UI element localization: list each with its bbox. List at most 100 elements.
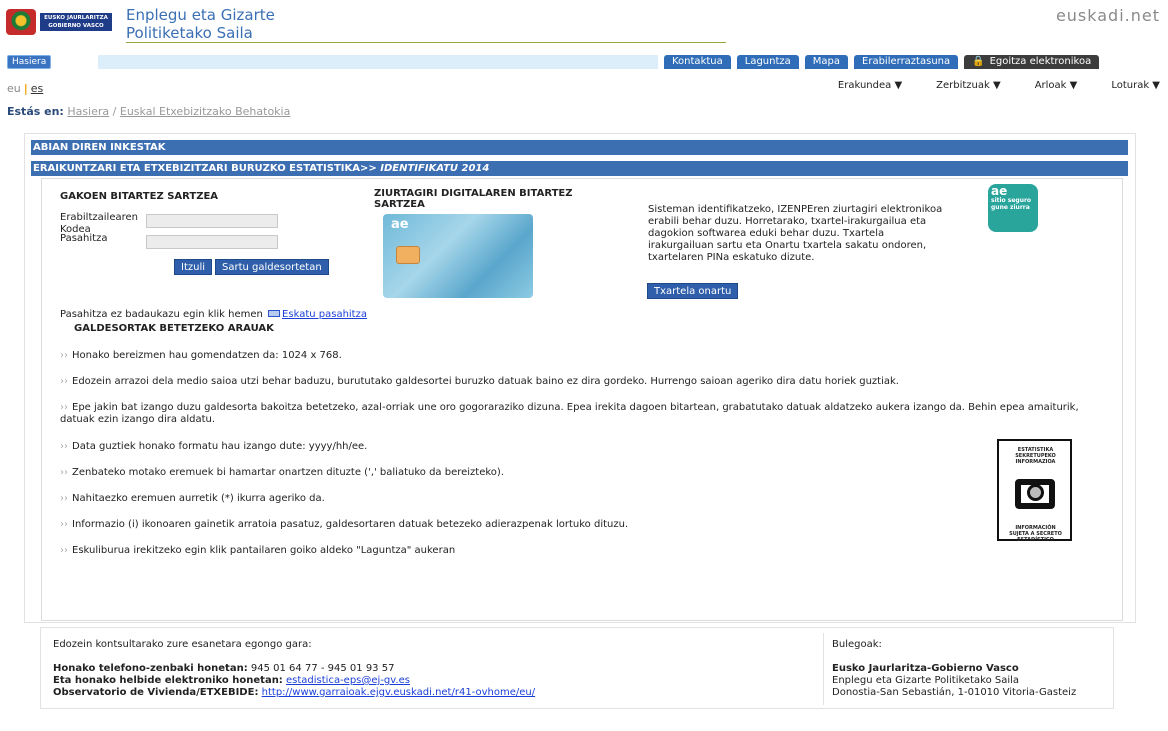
password-request-line: Pasahitza ez badaukazu egin klik hemen E… <box>60 309 367 320</box>
menu-loturak[interactable]: Loturak ▼ <box>1111 80 1160 91</box>
statistical-secret-stamp: ESTATISTIKA SEKRETUPEKO INFORMAZIOA INFO… <box>997 439 1072 543</box>
office-dept: Enplegu eta Gizarte Politiketako Saila <box>832 675 1020 686</box>
footer-office: Bulegoak: Eusko Jaurlaritza-Gobierno Vas… <box>832 639 1112 699</box>
coat-of-arms-icon <box>6 9 36 35</box>
accept-card-button[interactable]: Txartela onartu <box>647 283 739 299</box>
footer-email: Eta honako helbide elektroniko honetan: … <box>53 675 593 687</box>
list-item: ›› Zenbateko motako eremuek bi hamartar o… <box>60 467 1100 479</box>
key-icon <box>268 310 281 317</box>
stamp-top-text: ESTATISTIKA SEKRETUPEKO INFORMAZIOA <box>1015 447 1056 465</box>
footer-obs-label: Observatorio de Vivienda/ETXEBIDE: <box>53 687 259 698</box>
user-code-input[interactable] <box>146 214 278 228</box>
password-request-text: Pasahitza ez badaukazu egin klik hemen <box>60 309 263 320</box>
euskadi-net-logo-text: euskadi.net <box>1055 6 1160 25</box>
lang-es-link[interactable]: es <box>31 82 44 95</box>
tab-egoitza-elektronikoa[interactable]: 🔒 Egoitza elektronikoa <box>964 55 1100 69</box>
list-item: ›› Eskuliburua irekitzeko egin klik panta… <box>60 545 1100 557</box>
login-heading: GAKOEN BITARTEZ SARTZEA <box>60 191 219 202</box>
back-button[interactable]: Itzuli <box>174 259 213 275</box>
contact-footer: Edozein kontsultarako zure esanetara ego… <box>40 627 1114 709</box>
enter-surveys-button[interactable]: Sartu galdesortetan <box>215 259 329 275</box>
section-bar-survey-em: IDENTIFIKATU 2014 <box>380 163 490 174</box>
list-item: ›› Informazio (i) ikonoaren gainetik arra… <box>60 519 1100 531</box>
email-link[interactable]: estadistica-eps@ej-gv.es <box>286 675 410 686</box>
chevron-icon: ›› <box>60 402 68 413</box>
badge-small-text: gune ziurra <box>991 204 1030 211</box>
department-title-line2: Politiketako Saila <box>126 24 253 42</box>
tab-laguntza[interactable]: Laguntza <box>736 55 799 69</box>
footer-divider <box>823 633 824 705</box>
list-item: ›› Honako bereizmen hau gomendatzen da: 1… <box>60 350 1100 362</box>
chevron-icon: ›› <box>60 350 68 361</box>
footer-phone-label: Honako telefono-zenbaki honetan: <box>53 663 248 674</box>
list-item: ›› Nahitaezko eremuen aurretik (*) ikurra… <box>60 493 1100 505</box>
tab-kontaktua[interactable]: Kontaktua <box>664 55 731 69</box>
stamp-lock-icon <box>1027 484 1044 501</box>
department-title: Enplegu eta Gizarte Politiketako Saila <box>126 6 726 43</box>
rule-text-6: Nahitaezko eremuen aurretik (*) ikurra a… <box>72 493 325 504</box>
login-box: GAKOEN BITARTEZ SARTZEA Erabiltzailearen… <box>41 178 1123 621</box>
chevron-icon: ›› <box>60 493 68 504</box>
chevron-icon: ›› <box>60 376 68 387</box>
rules-heading: GALDESORTAK BETETZEKO ARAUAK <box>74 323 274 334</box>
stamp-bottom-text: INFORMACIÓN SUJETA A SECRETO ESTADÍSTICO <box>1009 525 1062 543</box>
chevron-icon: ›› <box>60 519 68 530</box>
user-label: Erabiltzailearen <box>60 212 138 223</box>
top-nav: Hasiera Kontaktua Laguntza Mapa Erabiler… <box>0 52 1168 72</box>
section-bar-active-surveys: ABIAN DIREN INKESTAK <box>31 140 1128 155</box>
breadcrumb-label: Estás en: <box>7 105 64 118</box>
government-logo-text: EUSKO JAURLARITZA GOBIERNO VASCO <box>40 13 112 31</box>
badge-text: sitio seguro <box>991 197 1032 204</box>
rule-text-8: Eskuliburua irekitzeko egin klik pantail… <box>72 545 456 556</box>
nav-spacer <box>98 55 658 69</box>
smart-card-image: ae <box>383 214 533 298</box>
section-bar-survey-title: ERAIKUNTZARI ETA ETXEBIZITZARI BURUZKO E… <box>31 161 1128 176</box>
tab-mapa[interactable]: Mapa <box>804 55 849 69</box>
office-address: Donostia-San Sebastián, 1-01010 Vitoria-… <box>832 687 1077 698</box>
password-input[interactable] <box>146 235 278 249</box>
tab-egoitza-label: Egoitza elektronikoa <box>989 56 1092 67</box>
section-bar-survey-prefix: ERAIKUNTZARI ETA ETXEBIZITZARI BURUZKO E… <box>33 163 381 174</box>
menu-zerbitzuak[interactable]: Zerbitzuak ▼ <box>936 80 1001 91</box>
tab-erabilerraztasuna[interactable]: Erabilerraztasuna <box>854 55 959 69</box>
lock-icon: 🔒 <box>972 56 985 67</box>
menu-arloak[interactable]: Arloak ▼ <box>1035 80 1078 91</box>
dropdown-menus: Erakundea ▼ Zerbitzuak ▼ Arloak ▼ Lotura… <box>804 80 1160 91</box>
rule-text-1: Honako bereizmen hau gomendatzen da: 102… <box>72 350 342 361</box>
nav-tabs: Kontaktua Laguntza Mapa Erabilerraztasun… <box>658 55 1100 69</box>
chevron-icon: ›› <box>60 545 68 556</box>
footer-spacer <box>832 651 1112 663</box>
list-item: ›› Data guztiek honako formatu hau izango… <box>60 441 1100 453</box>
footer-spacer <box>53 651 593 663</box>
footer-observatory: Observatorio de Vivienda/ETXEBIDE: http:… <box>53 687 593 699</box>
badge-logo: ae <box>991 184 1008 198</box>
request-password-link[interactable]: Eskatu pasahitza <box>282 309 367 320</box>
footer-email-label: Eta honako helbide elektroniko honetan: <box>53 675 283 686</box>
menu-erakundea[interactable]: Erakundea ▼ <box>838 80 902 91</box>
government-logo[interactable]: EUSKO JAURLARITZA GOBIERNO VASCO <box>6 9 116 35</box>
euskadi-net-logo[interactable]: euskadi.net <box>1056 6 1160 25</box>
department-title-line1: Enplegu eta Gizarte <box>126 6 275 24</box>
rule-text-5: Zenbateko motako eremuek bi hamartar ona… <box>72 467 505 478</box>
certificate-instructions: Sisteman identifikatzeko, IZENPEren ziur… <box>648 204 943 263</box>
breadcrumb: Estás en: Hasiera / Euskal Etxebizitzako… <box>7 105 290 118</box>
breadcrumb-separator: / <box>112 105 117 118</box>
list-item: ›› Edozein arrazoi dela medio saioa utzi … <box>60 376 1100 388</box>
language-switcher: eu | es <box>7 82 43 95</box>
office-name: Eusko Jaurlaritza-Gobierno Vasco <box>832 663 1019 674</box>
card-logo: ae <box>391 217 409 232</box>
home-button[interactable]: Hasiera <box>7 55 52 69</box>
secure-site-badge: ae sitio seguro gune ziurra <box>988 184 1038 232</box>
rule-text-3: Epe jakin bat izango duzu galdesorta bak… <box>60 402 1079 425</box>
chevron-icon: ›› <box>60 467 68 478</box>
footer-contact: Edozein kontsultarako zure esanetara ego… <box>53 639 593 699</box>
breadcrumb-home-link[interactable]: Hasiera <box>67 105 109 118</box>
list-item: ›› Epe jakin bat izango duzu galdesorta b… <box>60 402 1100 426</box>
chevron-icon: ›› <box>60 441 68 452</box>
lang-eu: eu <box>7 82 21 95</box>
password-label: Pasahitza <box>60 233 108 244</box>
observatory-link[interactable]: http://www.garraioak.ejgv.euskadi.net/r4… <box>262 687 535 698</box>
chip-icon <box>396 246 420 264</box>
breadcrumb-current-link[interactable]: Euskal Etxebizitzako Behatokia <box>120 105 290 118</box>
rule-text-4: Data guztiek honako formatu hau izango d… <box>72 441 368 452</box>
